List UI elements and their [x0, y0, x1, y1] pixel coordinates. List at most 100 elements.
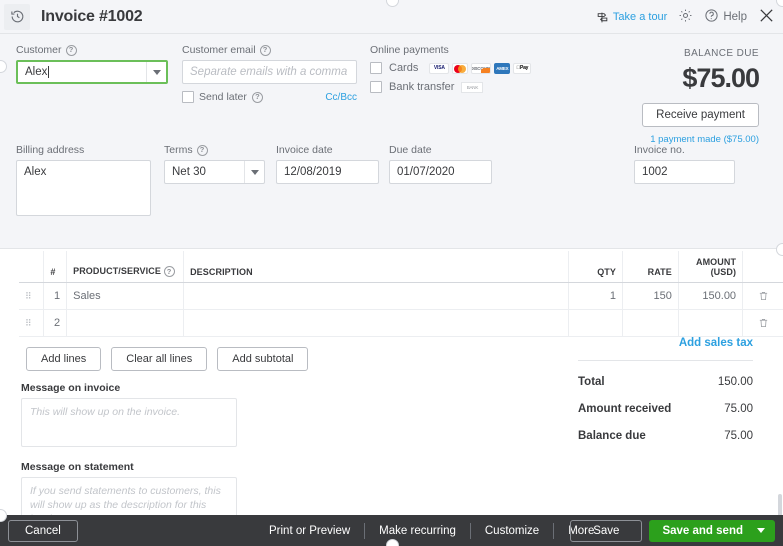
question-circle-icon[interactable]: ? [197, 145, 208, 156]
row-delete-cell[interactable] [743, 283, 783, 310]
customer-email-placeholder: Separate emails with a comma [190, 66, 347, 78]
row-drag-handle[interactable]: ⠿ [19, 310, 44, 337]
billing-address-group: Billing address Alex [16, 144, 151, 216]
save-and-send-button[interactable]: Save and send [649, 520, 775, 542]
question-circle-icon[interactable]: ? [66, 45, 77, 56]
table-row[interactable]: ⠿ 2 [19, 310, 783, 337]
receive-payment-button[interactable]: Receive payment [642, 103, 759, 127]
message-on-statement-input[interactable]: If you send statements to customers, thi… [21, 477, 237, 515]
clear-all-lines-button[interactable]: Clear all lines [111, 347, 207, 371]
row-description[interactable] [184, 310, 569, 337]
help-button[interactable]: Help [704, 8, 747, 26]
cards-payment-row[interactable]: Cards VISA DISCOVER AMEX Pay [370, 62, 570, 74]
drag-handle-icon: ⠿ [25, 320, 37, 327]
question-circle-icon[interactable]: ? [164, 266, 175, 277]
send-later-checkbox-group[interactable]: Send later ? [182, 91, 263, 103]
online-payments-group: Online payments Cards VISA DISCOVER AMEX… [370, 44, 570, 100]
terms-value: Net 30 [172, 166, 206, 178]
header-row-primary: Customer ? Alex Customer email ? Separa [12, 44, 771, 126]
invoice-no-input[interactable]: 1002 [634, 160, 735, 184]
row-number: 1 [44, 283, 67, 310]
billing-address-input[interactable]: Alex [16, 160, 151, 216]
row-delete-cell[interactable] [743, 310, 783, 337]
row-product[interactable]: Sales [67, 283, 184, 310]
terms-label: Terms ? [164, 144, 265, 156]
message-on-invoice-input[interactable]: This will show up on the invoice. [21, 398, 237, 447]
row-qty[interactable] [569, 310, 623, 337]
row-qty[interactable]: 1 [569, 283, 623, 310]
terms-group: Terms ? Net 30 [164, 144, 265, 184]
row-drag-handle[interactable]: ⠿ [19, 283, 44, 310]
send-later-checkbox[interactable] [182, 91, 194, 103]
amount-received-row: Amount received 75.00 [578, 403, 753, 415]
print-or-preview-button[interactable]: Print or Preview [255, 525, 364, 537]
row-description[interactable] [184, 283, 569, 310]
header-row-secondary: Billing address Alex Terms ? Net 30 Invo… [12, 144, 771, 224]
terms-select[interactable]: Net 30 [164, 160, 265, 184]
customer-input[interactable]: Alex [16, 60, 168, 84]
bank-transfer-row[interactable]: Bank transfer BANK [370, 81, 570, 93]
table-row[interactable]: ⠿ 1 Sales 1 150 150.00 [19, 283, 783, 310]
make-recurring-button[interactable]: Make recurring [365, 525, 470, 537]
clock-history-icon[interactable] [4, 4, 30, 30]
take-a-tour-label: Take a tour [613, 11, 667, 23]
amex-icon: AMEX [494, 63, 510, 74]
total-value: 150.00 [718, 376, 753, 388]
add-sales-tax-link[interactable]: Add sales tax [578, 337, 753, 349]
customer-label: Customer ? [16, 44, 168, 56]
col-product-service: PRODUCT/SERVICE ? [67, 251, 184, 283]
resize-handle-bottom[interactable] [386, 539, 399, 546]
due-date-label: Due date [389, 144, 492, 156]
customer-email-input[interactable]: Separate emails with a comma [182, 60, 357, 84]
take-a-tour-button[interactable]: Take a tour [596, 11, 667, 24]
close-button[interactable] [758, 7, 775, 27]
due-date-input[interactable]: 01/07/2020 [389, 160, 492, 184]
trash-icon[interactable] [749, 317, 777, 329]
vertical-scrollbar[interactable] [778, 494, 782, 515]
add-lines-button[interactable]: Add lines [26, 347, 101, 371]
resize-handle-right[interactable] [776, 243, 783, 256]
text-caret [48, 66, 49, 78]
question-circle-icon[interactable]: ? [252, 92, 263, 103]
settings-button[interactable] [678, 8, 693, 26]
cancel-button[interactable]: Cancel [8, 520, 78, 542]
table-header-row: # PRODUCT/SERVICE ? DESCRIPTION QTY RATE… [19, 251, 783, 283]
chevron-down-icon[interactable] [757, 528, 765, 533]
due-date-group: Due date 01/07/2020 [389, 144, 492, 184]
save-button[interactable]: Save [570, 520, 642, 542]
bank-icon: BANK [461, 82, 483, 93]
send-later-row: Send later ? Cc/Bcc [182, 91, 357, 103]
terms-dropdown-toggle[interactable] [244, 161, 264, 183]
row-rate[interactable]: 150 [623, 283, 679, 310]
drag-handle-icon: ⠿ [25, 293, 37, 300]
amount-received-label: Amount received [578, 403, 671, 415]
question-circle-icon[interactable]: ? [260, 45, 271, 56]
discover-icon: DISCOVER [471, 63, 491, 74]
bank-transfer-checkbox[interactable] [370, 81, 382, 93]
balance-due-panel: BALANCE DUE $75.00 Receive payment 1 pay… [599, 48, 759, 145]
trash-icon[interactable] [749, 290, 777, 302]
add-subtotal-button[interactable]: Add subtotal [217, 347, 308, 371]
ccbcc-link[interactable]: Cc/Bcc [325, 92, 357, 103]
row-product[interactable] [67, 310, 184, 337]
totals-panel: Add sales tax Total 150.00 Amount receiv… [578, 337, 753, 442]
invoice-date-input[interactable]: 12/08/2019 [276, 160, 379, 184]
customer-dropdown-toggle[interactable] [146, 62, 166, 82]
invoice-window: Invoice #1002 Take a tour [0, 0, 783, 546]
save-and-send-label: Save and send [662, 525, 743, 537]
customer-field-group: Customer ? Alex [16, 44, 168, 84]
col-number: # [44, 251, 67, 283]
row-amount [678, 310, 742, 337]
cards-checkbox[interactable] [370, 62, 382, 74]
customer-value: Alex [25, 66, 47, 78]
online-payments-title: Online payments [370, 44, 570, 56]
customize-button[interactable]: Customize [471, 525, 553, 537]
col-qty: QTY [569, 251, 623, 283]
total-label: Total [578, 376, 605, 388]
col-description: DESCRIPTION [184, 251, 569, 283]
footer-menu: Print or Preview Make recurring Customiz… [255, 515, 608, 546]
col-rate: RATE [623, 251, 679, 283]
balance-due-label: BALANCE DUE [599, 48, 759, 59]
col-drag [19, 251, 44, 283]
row-rate[interactable] [623, 310, 679, 337]
